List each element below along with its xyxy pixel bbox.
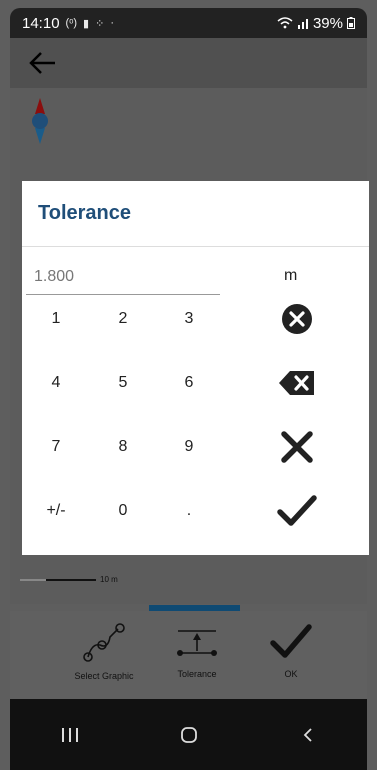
- confirm-button[interactable]: [277, 491, 317, 531]
- key-3[interactable]: 3: [169, 299, 209, 339]
- system-nav-bar: [10, 699, 367, 770]
- compass-icon[interactable]: [30, 98, 50, 144]
- back-nav-button[interactable]: [288, 715, 328, 755]
- tolerance-icon: [177, 630, 217, 656]
- apps-icon: ⁘: [95, 17, 105, 30]
- scale-line: [20, 578, 96, 581]
- key-decimal[interactable]: .: [169, 491, 209, 531]
- key-7[interactable]: 7: [36, 427, 76, 467]
- ok-check-icon: [270, 624, 312, 658]
- tolerance-label: Tolerance: [177, 669, 217, 679]
- ok-button[interactable]: OK: [247, 611, 335, 699]
- key-9[interactable]: 9: [169, 427, 209, 467]
- status-right: 39%: [277, 15, 355, 32]
- keypad-row-4: +/- 0 .: [22, 491, 369, 555]
- recent-apps-icon: [61, 727, 78, 742]
- status-time: 14:10: [22, 14, 60, 32]
- tolerance-value-input[interactable]: [26, 259, 220, 295]
- recent-apps-button[interactable]: [50, 715, 90, 755]
- keypad-row-1: 1 2 3: [22, 299, 369, 363]
- status-bar: 14:10 (ᵒ) ▮ ⁘ · 39%: [10, 8, 367, 38]
- wifi-icon: [277, 17, 293, 29]
- signal-icon: [297, 19, 308, 29]
- select-graphic-icon: [83, 623, 125, 662]
- confirm-check-icon: [277, 495, 317, 526]
- keypad: 1 2 3 4 5 6 7 8 9 +/- 0 .: [22, 299, 369, 555]
- home-icon: [180, 726, 197, 743]
- unit-label: m: [284, 267, 298, 284]
- back-arrow-icon: [29, 52, 55, 74]
- tolerance-tab[interactable]: Tolerance: [153, 611, 241, 699]
- key-1[interactable]: 1: [36, 299, 76, 339]
- dot-icon: ·: [110, 17, 114, 29]
- app-bar: [10, 38, 367, 88]
- select-graphic-label: Select Graphic: [74, 671, 134, 681]
- clear-circle-icon: [282, 304, 312, 334]
- status-left: 14:10 (ᵒ) ▮ ⁘ ·: [22, 15, 114, 32]
- key-8[interactable]: 8: [103, 427, 143, 467]
- sim-icon: ▮: [83, 17, 90, 30]
- key-4[interactable]: 4: [36, 363, 76, 403]
- keypad-row-2: 4 5 6: [22, 363, 369, 427]
- key-0[interactable]: 0: [103, 491, 143, 531]
- screen: 14:10 (ᵒ) ▮ ⁘ · 39% 10 m Tolerance 1.800…: [0, 0, 377, 770]
- key-sign[interactable]: +/-: [36, 491, 76, 531]
- clear-button[interactable]: [277, 299, 317, 339]
- scale-label: 10 m: [100, 575, 118, 584]
- select-graphic-button[interactable]: Select Graphic: [60, 611, 148, 699]
- bottom-toolbar: Select Graphic Tolerance OK: [10, 611, 367, 699]
- backspace-button[interactable]: [277, 363, 317, 403]
- home-button[interactable]: [169, 715, 209, 755]
- battery-icon: [347, 17, 355, 29]
- backspace-icon: [279, 371, 314, 395]
- map-scale-bar: 10 m: [20, 575, 118, 584]
- back-button[interactable]: [24, 46, 60, 80]
- key-2[interactable]: 2: [103, 299, 143, 339]
- battery-percent: 39%: [312, 14, 343, 32]
- key-5[interactable]: 5: [103, 363, 143, 403]
- keypad-row-3: 7 8 9: [22, 427, 369, 491]
- back-chevron-icon: [303, 727, 312, 742]
- key-6[interactable]: 6: [169, 363, 209, 403]
- input-row: m: [22, 247, 369, 297]
- hotspot-icon: (ᵒ): [65, 17, 78, 29]
- ok-label: OK: [284, 669, 298, 679]
- dialog-title: Tolerance: [22, 181, 369, 247]
- tolerance-dialog: Tolerance m 1 2 3 4 5 6: [22, 181, 369, 555]
- cancel-button[interactable]: [277, 427, 317, 467]
- cancel-icon: [281, 431, 313, 463]
